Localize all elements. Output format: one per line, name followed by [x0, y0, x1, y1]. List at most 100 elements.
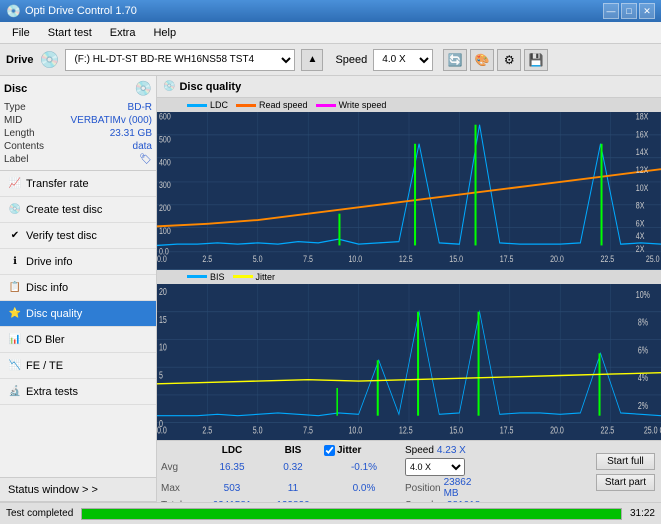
color-button[interactable]: 🎨	[470, 49, 494, 71]
bis-header: BIS	[263, 444, 323, 457]
disc-mid-row: MID VERBATIMv (000)	[4, 114, 152, 127]
samples-container: Samples 381018	[405, 500, 475, 502]
sidebar: Disc 💿 Type BD-R MID VERBATIMv (000) Len…	[0, 76, 157, 502]
samples-label: Samples	[405, 500, 444, 502]
svg-text:300: 300	[159, 180, 171, 190]
disc-contents-label: Contents	[4, 141, 44, 152]
write-legend: Write speed	[316, 100, 387, 110]
sidebar-item-label: Disc quality	[26, 308, 82, 320]
max-jitter: 0.0%	[324, 483, 404, 494]
total-label: Total	[161, 500, 201, 502]
disc-mid-label: MID	[4, 115, 22, 126]
avg-bis: 0.32	[263, 462, 323, 473]
disc-length-val: 23.31 GB	[110, 128, 152, 139]
charts-area: LDC Read speed Write speed	[157, 98, 661, 440]
position-container: Position 23862 MB	[405, 477, 475, 499]
maximize-button[interactable]: □	[621, 3, 637, 19]
position-label: Position	[405, 483, 441, 494]
transfer-rate-icon: 📈	[8, 177, 22, 191]
chart1-legend: LDC Read speed Write speed	[157, 98, 661, 112]
avg-jitter: -0.1%	[324, 462, 404, 473]
svg-text:2.5: 2.5	[202, 254, 212, 264]
samples-val: 381018	[447, 500, 480, 502]
svg-text:0.0: 0.0	[157, 254, 167, 264]
svg-text:20.0: 20.0	[550, 254, 564, 264]
chart1-body: 600 500 400 300 200 100 0.0 18X 16X 14X …	[157, 112, 661, 265]
svg-text:12.5: 12.5	[399, 424, 413, 435]
chart1-svg: 600 500 400 300 200 100 0.0 18X 16X 14X …	[157, 112, 661, 265]
fe-te-icon: 📉	[8, 359, 22, 373]
svg-text:22.5: 22.5	[601, 424, 615, 435]
status-window-button[interactable]: Status window > >	[0, 478, 156, 502]
svg-text:400: 400	[159, 158, 171, 168]
save-button[interactable]: 💾	[524, 49, 548, 71]
status-area: Status window > >	[0, 477, 156, 502]
sidebar-item-disc-quality[interactable]: ⭐ Disc quality	[0, 301, 156, 327]
drive-action-icons: 🔄 🎨 ⚙ 💾	[443, 49, 548, 71]
svg-text:7.5: 7.5	[303, 254, 313, 264]
start-part-button[interactable]: Start part	[596, 474, 655, 491]
menu-extra[interactable]: Extra	[102, 25, 144, 41]
total-ldc: 6241581	[202, 500, 262, 502]
disc-info-section: Disc 💿 Type BD-R MID VERBATIMv (000) Len…	[0, 76, 156, 171]
disc-section-title: Disc	[4, 83, 27, 95]
status-window-label: Status window > >	[8, 484, 98, 496]
sidebar-item-label: Create test disc	[26, 204, 102, 216]
svg-text:10: 10	[159, 341, 167, 352]
bis-legend: BIS	[187, 272, 225, 282]
jitter-legend: Jitter	[233, 272, 276, 282]
speed-select[interactable]: 4.0 X	[373, 49, 433, 71]
read-legend: Read speed	[236, 100, 308, 110]
title-bar-controls: — □ ✕	[603, 3, 655, 19]
sidebar-item-disc-info[interactable]: 📋 Disc info	[0, 275, 156, 301]
close-button[interactable]: ✕	[639, 3, 655, 19]
sidebar-item-drive-info[interactable]: ℹ Drive info	[0, 249, 156, 275]
refresh-button[interactable]: 🔄	[443, 49, 467, 71]
speed-select-container: 4.0 X	[405, 458, 475, 476]
start-full-button[interactable]: Start full	[596, 453, 655, 470]
disc-length-row: Length 23.31 GB	[4, 127, 152, 140]
bottom-status-bar: Test completed 31:22	[0, 502, 661, 524]
speed-select-stat[interactable]: 4.0 X	[405, 458, 465, 476]
create-disc-icon: 💿	[8, 203, 22, 217]
disc-label-key: Label	[4, 154, 28, 165]
disc-type-val: BD-R	[128, 102, 152, 113]
menu-file[interactable]: File	[4, 25, 38, 41]
svg-text:10X: 10X	[636, 183, 649, 193]
bottom-stats: LDC BIS Jitter Speed 4.23 X Avg 16.35 0.…	[157, 440, 661, 502]
menu-start-test[interactable]: Start test	[40, 25, 100, 41]
jitter-checkbox[interactable]	[324, 445, 335, 456]
ldc-legend: LDC	[187, 100, 228, 110]
minimize-button[interactable]: —	[603, 3, 619, 19]
action-buttons: Start full Start part	[590, 441, 661, 502]
svg-text:17.5: 17.5	[500, 254, 514, 264]
drive-select[interactable]: (F:) HL-DT-ST BD-RE WH16NS58 TST4	[65, 49, 295, 71]
eject-button[interactable]: ▲	[301, 49, 323, 71]
sidebar-item-extra-tests[interactable]: 🔬 Extra tests	[0, 379, 156, 405]
svg-text:8%: 8%	[638, 316, 649, 327]
app-icon: 💿	[6, 4, 21, 18]
sidebar-item-transfer-rate[interactable]: 📈 Transfer rate	[0, 171, 156, 197]
main-area: Disc 💿 Type BD-R MID VERBATIMv (000) Len…	[0, 76, 661, 502]
read-color	[236, 104, 256, 107]
svg-text:15.0: 15.0	[449, 424, 463, 435]
progress-bar-fill	[82, 509, 621, 519]
svg-text:25.0 GB: 25.0 GB	[646, 254, 661, 264]
disc-change-icon[interactable]: 💿	[135, 80, 152, 97]
svg-text:15: 15	[159, 313, 167, 324]
svg-text:14X: 14X	[636, 147, 649, 157]
sidebar-item-verify-test-disc[interactable]: ✔ Verify test disc	[0, 223, 156, 249]
svg-text:200: 200	[159, 203, 171, 213]
sidebar-item-fe-te[interactable]: 📉 FE / TE	[0, 353, 156, 379]
title-bar: 💿 Opti Drive Control 1.70 — □ ✕	[0, 0, 661, 22]
sidebar-item-label: Disc info	[26, 282, 68, 294]
max-ldc: 503	[202, 483, 262, 494]
sidebar-item-create-test-disc[interactable]: 💿 Create test disc	[0, 197, 156, 223]
svg-text:17.5: 17.5	[500, 424, 514, 435]
sidebar-item-label: Extra tests	[26, 386, 78, 398]
svg-text:8X: 8X	[636, 201, 645, 211]
sidebar-item-cd-bler[interactable]: 📊 CD Bler	[0, 327, 156, 353]
settings-button[interactable]: ⚙	[497, 49, 521, 71]
menu-help[interactable]: Help	[145, 25, 184, 41]
drive-bar: Drive 💿 (F:) HL-DT-ST BD-RE WH16NS58 TST…	[0, 44, 661, 76]
